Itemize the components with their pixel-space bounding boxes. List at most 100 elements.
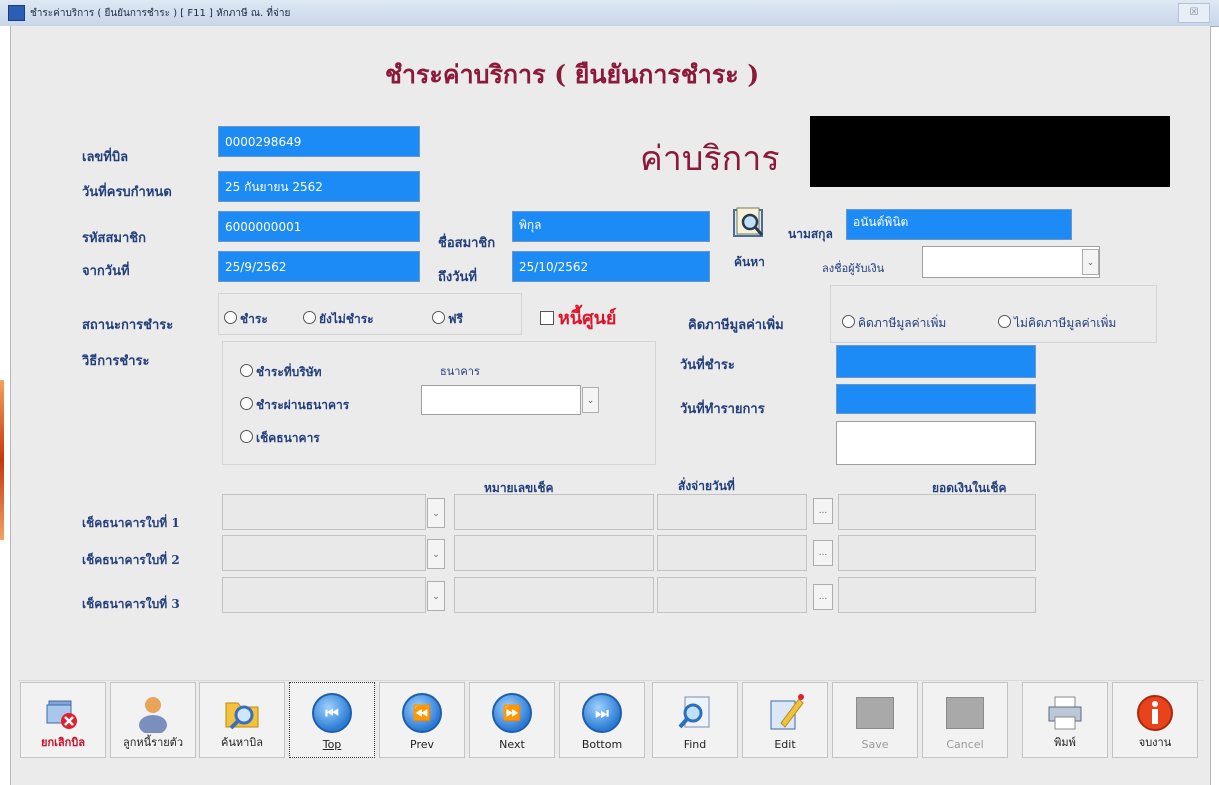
from-date-label: จากวันที่ bbox=[82, 264, 130, 279]
vat-option-no[interactable]: ไม่คิดภาษีมูลค่าเพิ่ม bbox=[998, 314, 1116, 333]
cheque-row-2-bank[interactable] bbox=[222, 535, 426, 571]
radio-circle-icon bbox=[240, 397, 253, 410]
debtor-button[interactable]: ลูกหนี้รายตัว bbox=[110, 682, 196, 758]
prev-label: Prev bbox=[410, 738, 434, 751]
method-option-company[interactable]: ชำระที่บริษัท bbox=[240, 363, 322, 382]
search-bill-button[interactable]: ค้นหาบิล bbox=[199, 682, 285, 758]
app-icon bbox=[8, 5, 25, 21]
skip-last-icon: ⏭ bbox=[582, 693, 622, 733]
cheque-row-1-bank[interactable] bbox=[222, 494, 426, 530]
method-option-cheque-label: เช็คธนาคาร bbox=[256, 431, 320, 445]
status-option-paid[interactable]: ชำระ bbox=[224, 310, 268, 329]
cheque-row-1-date-picker[interactable]: ... bbox=[813, 498, 833, 524]
cheque-row-1-amount[interactable] bbox=[838, 494, 1036, 530]
search-label[interactable]: ค้นหา bbox=[734, 253, 765, 272]
member-name-field[interactable]: พิกุล bbox=[512, 211, 710, 242]
cancel-bill-button[interactable]: ยกเลิกบิล bbox=[20, 682, 106, 758]
cheque-row-3-dropdown-icon[interactable]: ⌄ bbox=[427, 581, 445, 611]
print-button[interactable]: พิมพ์ bbox=[1022, 682, 1108, 758]
find-button[interactable]: Find bbox=[652, 682, 738, 758]
cancel-disabled-icon bbox=[946, 697, 984, 729]
edit-button[interactable]: Edit bbox=[742, 682, 828, 758]
status-option-free[interactable]: ฟรี bbox=[432, 310, 463, 329]
folder-search-icon bbox=[222, 693, 262, 733]
vat-option-yes-label: คิดภาษีมูลค่าเพิ่ม bbox=[858, 316, 947, 330]
cancel-label: Cancel bbox=[946, 738, 984, 751]
service-title: ค่าบริการ bbox=[640, 139, 780, 179]
amount-display bbox=[810, 116, 1170, 187]
vat-option-no-label: ไม่คิดภาษีมูลค่าเพิ่ม bbox=[1014, 316, 1117, 330]
cheque-row-2-amount[interactable] bbox=[838, 535, 1036, 571]
method-option-bank-label: ชำระผ่านธนาคาร bbox=[256, 398, 350, 412]
cancel-folder-icon bbox=[43, 693, 83, 733]
top-button[interactable]: ⏮ Top bbox=[289, 682, 375, 758]
radio-circle-icon bbox=[240, 430, 253, 443]
close-button[interactable]: ☒ bbox=[1178, 3, 1210, 23]
zero-debt-checkbox[interactable]: หนี้ศูนย์ bbox=[540, 303, 616, 332]
member-code-field[interactable]: 6000000001 bbox=[218, 211, 420, 242]
vat-option-yes[interactable]: คิดภาษีมูลค่าเพิ่ม bbox=[842, 314, 946, 333]
save-button[interactable]: Save bbox=[832, 682, 918, 758]
cheque-row-3-number[interactable] bbox=[454, 577, 654, 613]
due-date-field[interactable]: 25 กันยายน 2562 bbox=[218, 171, 420, 202]
cheque-row-3-amount[interactable] bbox=[838, 577, 1036, 613]
cheque-row-3-date[interactable] bbox=[657, 577, 807, 613]
signer-label: ลงชื่อผู้รับเงิน bbox=[822, 262, 885, 275]
bottom-button[interactable]: ⏭ Bottom bbox=[559, 682, 645, 758]
cheque-row-2-number[interactable] bbox=[454, 535, 654, 571]
radio-circle-icon bbox=[998, 315, 1011, 328]
cheque-row-3-bank[interactable] bbox=[222, 577, 426, 613]
surname-label: นามสกุล bbox=[788, 227, 833, 241]
radio-circle-icon bbox=[432, 311, 445, 324]
cheque-row-3-date-picker[interactable]: ... bbox=[813, 584, 833, 610]
status-option-free-label: ฟรี bbox=[448, 312, 463, 326]
trans-date-field[interactable] bbox=[836, 384, 1036, 414]
bank-select[interactable] bbox=[421, 385, 581, 415]
prev-button[interactable]: ⏪ Prev bbox=[379, 682, 465, 758]
to-date-field[interactable]: 25/10/2562 bbox=[512, 251, 710, 282]
exit-button[interactable]: จบงาน bbox=[1112, 682, 1198, 758]
cheque-row-3-label: เช็คธนาคารใบที่ 3 bbox=[82, 597, 180, 611]
cheque-row-1-number[interactable] bbox=[454, 494, 654, 530]
exit-label: จบงาน bbox=[1138, 736, 1172, 749]
pay-status-label: สถานะการชำระ bbox=[82, 318, 174, 333]
from-date-field[interactable]: 25/9/2562 bbox=[218, 251, 420, 282]
window-title: ชำระค่าบริการ ( ยืนยันการชำระ ) [ F11 ] … bbox=[30, 8, 291, 19]
surname-field[interactable]: อนันต์พินิต bbox=[846, 209, 1072, 240]
method-option-cheque[interactable]: เช็คธนาคาร bbox=[240, 429, 320, 448]
trans-date-label: วันที่ทำรายการ bbox=[680, 402, 765, 417]
find-label: Find bbox=[683, 738, 707, 751]
bill-no-field[interactable]: 0000298649 bbox=[218, 126, 420, 157]
method-option-bank[interactable]: ชำระผ่านธนาคาร bbox=[240, 396, 349, 415]
cheque-row-2-dropdown-icon[interactable]: ⌄ bbox=[427, 539, 445, 569]
next-button[interactable]: ⏩ Next bbox=[469, 682, 555, 758]
edit-label: Edit bbox=[774, 738, 796, 751]
cheque-row-1-date[interactable] bbox=[657, 494, 807, 530]
bank-label: ธนาคาร bbox=[440, 365, 480, 378]
search-book-icon[interactable] bbox=[732, 206, 768, 240]
left-edge-accent bbox=[0, 380, 4, 540]
rewind-icon: ⏪ bbox=[402, 693, 442, 733]
member-name-label: ชื่อสมาชิก bbox=[438, 236, 496, 251]
checkbox-icon bbox=[540, 311, 554, 325]
document-search-icon bbox=[675, 693, 715, 733]
print-label: พิมพ์ bbox=[1054, 736, 1076, 749]
signer-select[interactable] bbox=[922, 246, 1100, 278]
status-option-unpaid-label: ยังไม่ชำระ bbox=[319, 312, 374, 326]
cheque-row-1-dropdown-icon[interactable]: ⌄ bbox=[427, 498, 445, 528]
info-icon bbox=[1135, 693, 1175, 733]
cheque-row-2-date[interactable] bbox=[657, 535, 807, 571]
note-field[interactable] bbox=[836, 421, 1036, 465]
cheque-row-2-date-picker[interactable]: ... bbox=[813, 540, 833, 566]
bank-dropdown-icon[interactable]: ⌄ bbox=[582, 387, 599, 413]
fast-forward-icon: ⏩ bbox=[492, 693, 532, 733]
status-option-paid-label: ชำระ bbox=[240, 312, 268, 326]
signer-dropdown-icon[interactable]: ⌄ bbox=[1082, 249, 1099, 275]
pay-date-field[interactable] bbox=[836, 345, 1036, 378]
member-code-label: รหัสสมาชิก bbox=[82, 231, 146, 246]
status-option-unpaid[interactable]: ยังไม่ชำระ bbox=[303, 310, 374, 329]
top-label: Top bbox=[322, 738, 342, 751]
save-label: Save bbox=[861, 738, 889, 751]
cancel-button[interactable]: Cancel bbox=[922, 682, 1008, 758]
bill-no-label: เลขที่บิล bbox=[82, 150, 129, 165]
